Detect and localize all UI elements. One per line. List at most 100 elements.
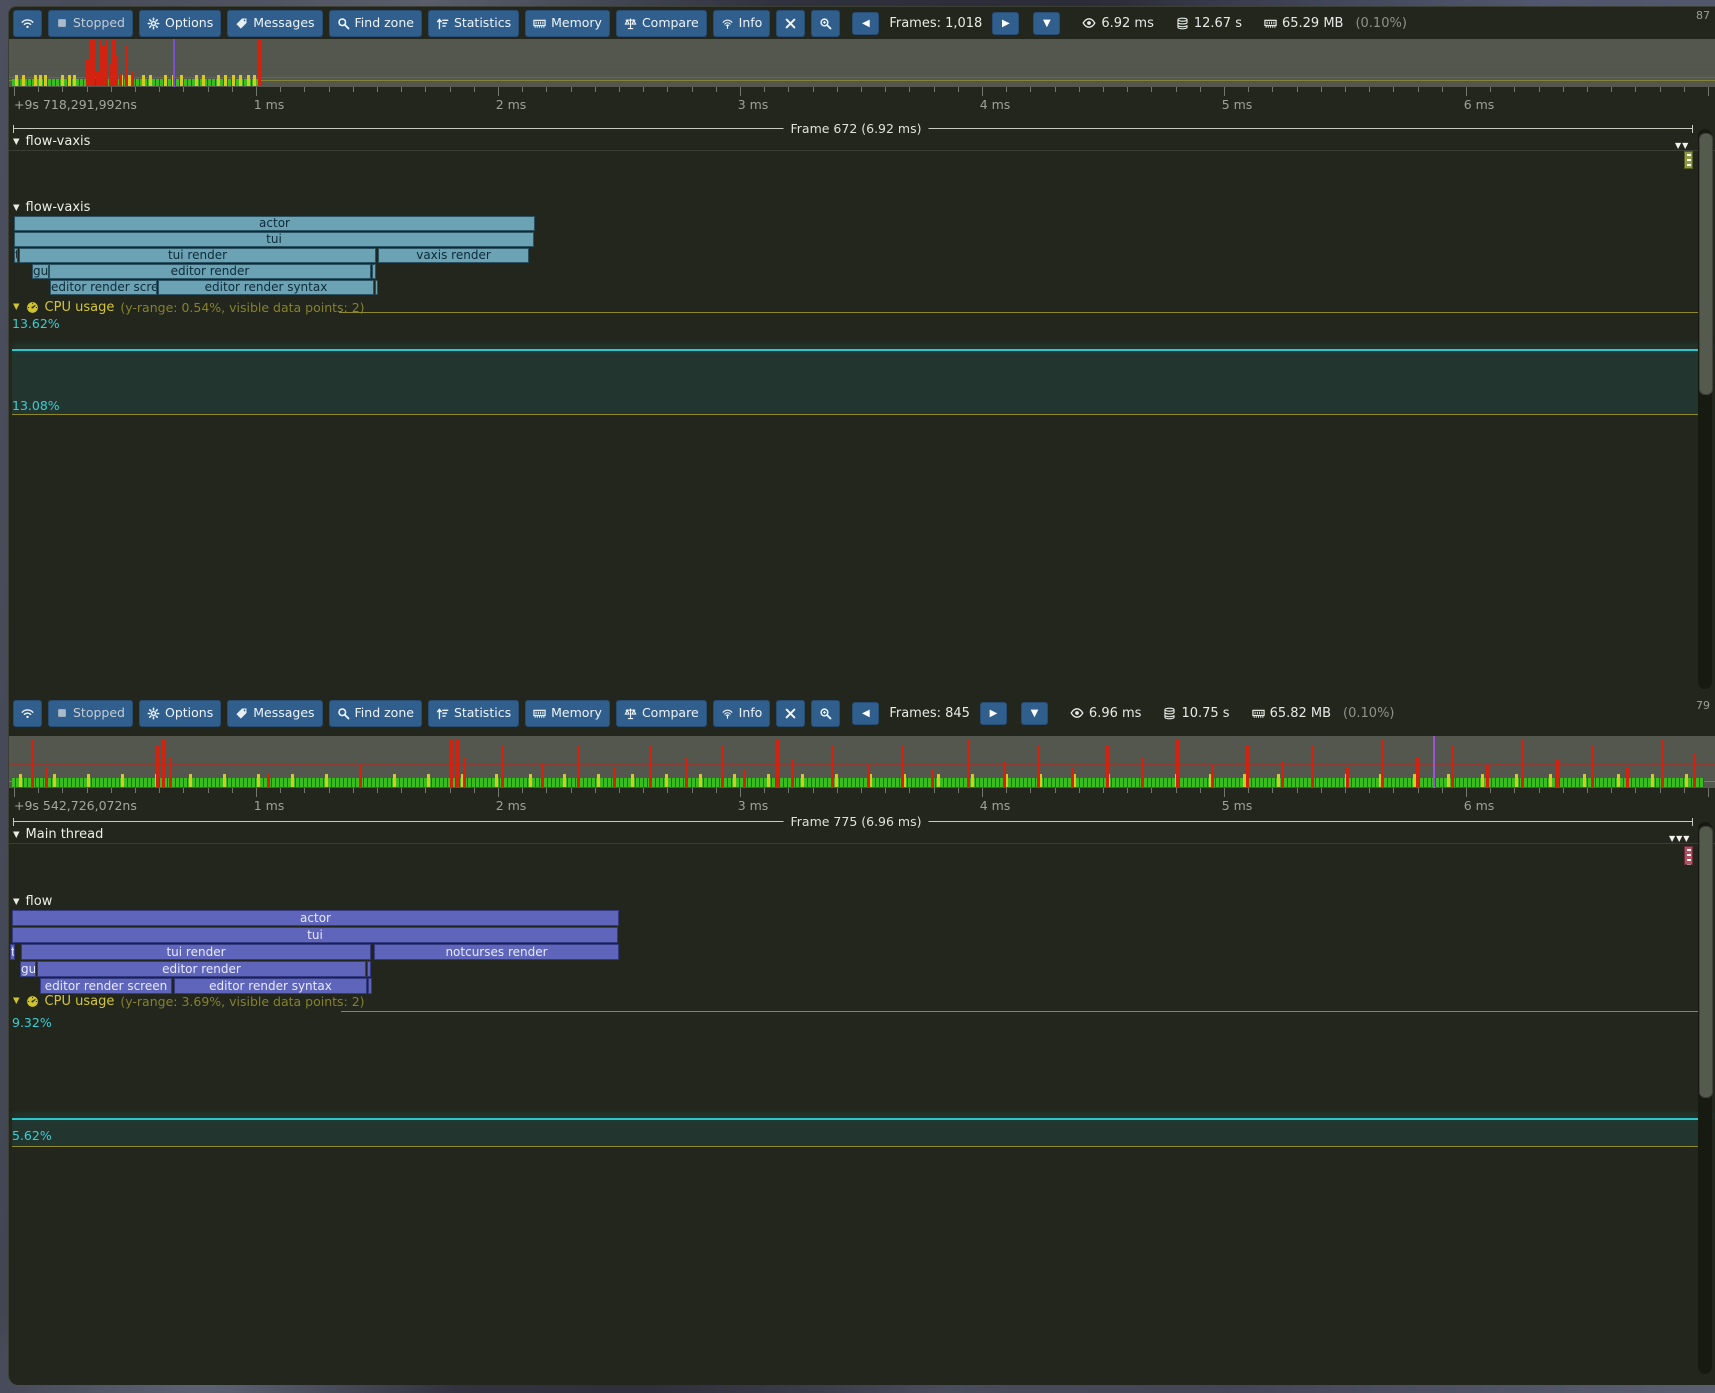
zone-bar[interactable]: editor render <box>49 264 371 279</box>
frame-bar-red <box>45 767 48 787</box>
ruler-tick <box>740 788 741 797</box>
toolbar-button-info[interactable]: Info <box>713 700 771 727</box>
zone-bar[interactable]: tui <box>12 927 618 943</box>
zone-bar-fragment[interactable] <box>367 961 371 977</box>
zone-bar[interactable]: editor render screen <box>40 978 172 994</box>
cpu-usage-title: CPU usage <box>45 300 115 315</box>
zone-bar-fragment[interactable] <box>375 280 378 295</box>
frame-bar-yellow <box>257 774 260 787</box>
ruler-tick <box>111 87 112 92</box>
frame-marker-tick-right <box>1692 818 1693 826</box>
thread-header-flow-vaxis[interactable]: ▼flow-vaxis <box>13 200 90 215</box>
toolbar-button-tools[interactable] <box>776 10 805 37</box>
toolbar-button-statistics[interactable]: Statistics <box>428 10 519 37</box>
thread-header-flow[interactable]: ▼flow <box>13 894 52 909</box>
frame-bar-yellow <box>325 774 328 787</box>
ruler-tick <box>1079 788 1080 793</box>
toolbar-button-zoom-in[interactable] <box>811 10 840 37</box>
ruler-tick <box>1345 788 1346 793</box>
toolbar-button-connection[interactable] <box>13 700 42 727</box>
zone-bar-fragment[interactable] <box>368 978 372 994</box>
toolbar-button-find-zone[interactable]: Find zone <box>329 10 422 37</box>
thread-header-main-thread[interactable]: ▼Main thread <box>13 827 103 842</box>
zone-bar[interactable]: t <box>10 944 15 960</box>
toolbar-button-stopped[interactable]: Stopped <box>48 10 133 37</box>
prev-frame-button[interactable]: ◀ <box>852 702 879 725</box>
frame-bar-red <box>867 765 870 787</box>
ruler-tick <box>425 87 426 92</box>
ruler-tick <box>934 788 935 793</box>
next-frame-button[interactable]: ▶ <box>980 702 1007 725</box>
toolbar-button-tools[interactable] <box>776 700 805 727</box>
zone-bar[interactable]: tui <box>14 232 534 247</box>
ruler-tick <box>450 788 451 793</box>
frames-collapse-button[interactable]: ▼ <box>1033 12 1060 35</box>
zone-bar[interactable]: editor render syntax <box>158 280 374 295</box>
frame-bar-yellow <box>1549 774 1552 787</box>
frames-collapse-button[interactable]: ▼ <box>1021 702 1048 725</box>
toolbar-button-compare[interactable]: Compare <box>616 10 707 37</box>
zone-bar-fragment[interactable] <box>372 264 376 279</box>
thread-label: flow <box>26 894 53 909</box>
ruler-tick <box>522 87 523 92</box>
ruler-tick <box>1442 87 1443 92</box>
ruler-tick <box>1587 87 1588 92</box>
ruler-tick <box>595 87 596 92</box>
zone-bar[interactable]: editor render <box>37 961 366 977</box>
frame-histogram[interactable] <box>9 736 1715 788</box>
tag-icon <box>235 17 248 30</box>
toolbar-button-options[interactable]: Options <box>139 700 221 727</box>
zone-bar[interactable]: actor <box>12 910 619 926</box>
ruler-tick <box>643 788 644 793</box>
toolbar-button-options[interactable]: Options <box>139 10 221 37</box>
frame-bar-red <box>1693 753 1696 787</box>
scrollbar-thumb[interactable] <box>1699 133 1713 395</box>
ruler-tick <box>1539 788 1540 793</box>
frame-bar-red <box>1556 759 1559 787</box>
ruler-tick <box>1418 87 1419 92</box>
thread-header-flow-vaxis[interactable]: ▼flow-vaxis <box>13 134 90 149</box>
database-icon <box>1176 17 1189 30</box>
toolbar-button-messages[interactable]: Messages <box>227 10 322 37</box>
ruler-tick <box>1055 87 1056 92</box>
toolbar-button-zoom-in[interactable] <box>811 700 840 727</box>
zone-bar[interactable]: actor <box>14 216 535 231</box>
stat-capture_time: 12.67 s <box>1176 16 1242 31</box>
frame-bar-red <box>162 739 165 787</box>
next-frame-button[interactable]: ▶ <box>992 12 1019 35</box>
frame-bar-red <box>119 74 122 86</box>
zone-bar[interactable]: editor render syntax <box>174 978 367 994</box>
toolbar-button-messages[interactable]: Messages <box>227 700 322 727</box>
ruler-tick <box>353 788 354 793</box>
frame-bar-yellow <box>393 774 396 787</box>
ruler-tick <box>256 788 257 797</box>
ruler-tick <box>692 87 693 92</box>
toolbar-button-connection[interactable] <box>13 10 42 37</box>
toolbar-button-compare[interactable]: Compare <box>616 700 707 727</box>
frame-histogram[interactable] <box>9 39 1715 87</box>
ruler-tick <box>232 788 233 793</box>
prev-frame-button[interactable]: ◀ <box>852 12 879 35</box>
zone-bar[interactable]: notcurses render <box>374 944 619 960</box>
toolbar-button-memory[interactable]: Memory <box>525 10 610 37</box>
zone-bar[interactable]: tui render <box>19 248 376 263</box>
ruler-tick <box>1539 87 1540 92</box>
toolbar-button-info[interactable]: Info <box>713 10 771 37</box>
zone-bar[interactable]: tui render <box>21 944 371 960</box>
ruler-unit-label: 4 ms <box>980 97 1011 112</box>
zone-bar[interactable]: vaxis render <box>378 248 529 263</box>
zone-bar[interactable]: gu <box>32 264 49 279</box>
zone-bar[interactable]: editor render screen <box>50 280 157 295</box>
zone-bar[interactable]: t <box>14 248 18 263</box>
frame-target-line <box>9 69 1715 70</box>
memory-percent: (0.10%) <box>1343 706 1394 721</box>
cpu-usage-header[interactable]: ▼CPU usage(y-range: 3.69%, visible data … <box>13 993 365 1009</box>
toolbar-button-stopped[interactable]: Stopped <box>48 700 133 727</box>
toolbar-button-statistics[interactable]: Statistics <box>428 700 519 727</box>
cpu-usage-header[interactable]: ▼CPU usage(y-range: 0.54%, visible data … <box>13 299 365 315</box>
thread-label: Main thread <box>26 827 104 842</box>
toolbar-button-memory[interactable]: Memory <box>525 700 610 727</box>
scrollbar-thumb[interactable] <box>1699 826 1713 1098</box>
toolbar-button-find-zone[interactable]: Find zone <box>329 700 422 727</box>
zone-bar[interactable]: gu <box>20 961 36 977</box>
